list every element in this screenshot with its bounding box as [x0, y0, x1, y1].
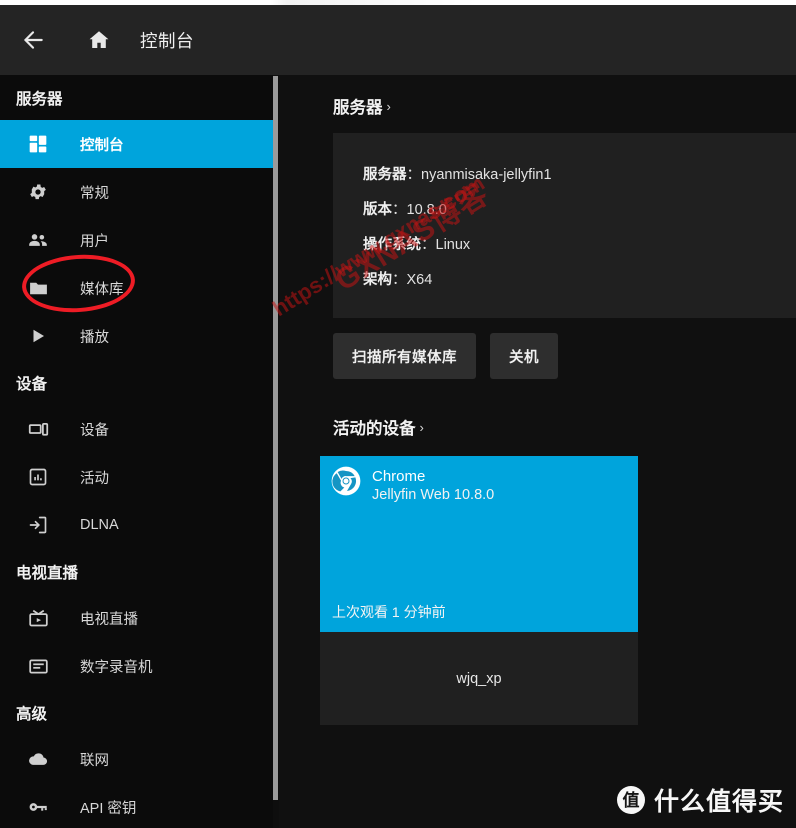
- sidebar-group-title-advanced: 高级: [16, 705, 48, 723]
- sidebar-item-users[interactable]: 用户: [0, 216, 273, 264]
- sidebar-item-playback[interactable]: 播放: [0, 312, 273, 360]
- server-section-title: 服务器: [333, 99, 383, 117]
- arrow-left-icon: [20, 27, 46, 53]
- sidebar-item-label: 活动: [80, 470, 109, 487]
- back-button[interactable]: [11, 18, 55, 62]
- active-devices-section-header[interactable]: 活动的设备 ›: [333, 415, 424, 439]
- sidebar-item-label: API 密钥: [80, 800, 137, 817]
- sidebar[interactable]: 服务器 控制台 常规 用户 媒体库 播放 设备 设备 活动 DLNA 电视直播 …: [0, 75, 273, 828]
- devices-icon: [26, 417, 50, 441]
- sidebar-item-libraries[interactable]: 媒体库: [0, 264, 273, 312]
- sidebar-item-label: 用户: [80, 233, 109, 250]
- device-card-meta: Chrome Jellyfin Web 10.8.0: [372, 466, 494, 503]
- live-tv-icon: [26, 606, 50, 630]
- sidebar-group-title-livetv: 电视直播: [16, 564, 79, 582]
- row-label: 服务器: [363, 167, 407, 183]
- server-info-row-name: 服务器：nyanmisaka-jellyfin1: [363, 163, 552, 184]
- users-icon: [26, 228, 50, 252]
- scan-all-libraries-button[interactable]: 扫描所有媒体库: [333, 333, 476, 379]
- app-header: 控制台: [0, 5, 796, 75]
- device-card-cover: Chrome Jellyfin Web 10.8.0 上次观看 1 分钟前: [320, 456, 638, 632]
- device-card-header: Chrome Jellyfin Web 10.8.0: [331, 466, 494, 503]
- sidebar-item-live-tv[interactable]: 电视直播: [0, 594, 273, 642]
- key-icon: [26, 795, 50, 819]
- sidebar-item-label: 数字录音机: [80, 659, 153, 676]
- shutdown-button[interactable]: 关机: [490, 333, 558, 379]
- row-separator: ：: [421, 237, 436, 253]
- row-separator: ：: [406, 167, 422, 183]
- sidebar-item-general[interactable]: 常规: [0, 168, 273, 216]
- sidebar-item-api-keys[interactable]: API 密钥: [0, 783, 273, 828]
- device-app-name: Chrome: [372, 468, 426, 485]
- folder-icon: [26, 276, 50, 300]
- sidebar-item-label: 常规: [80, 185, 109, 202]
- server-info-row-version: 版本：10.8.0: [363, 198, 447, 219]
- sidebar-item-label: 播放: [80, 329, 109, 346]
- sidebar-item-label: DLNA: [80, 517, 119, 533]
- sidebar-item-networking[interactable]: 联网: [0, 735, 273, 783]
- dashboard-icon: [26, 132, 50, 156]
- chevron-right-icon: ›: [419, 419, 424, 435]
- sidebar-item-label: 电视直播: [80, 611, 138, 628]
- sidebar-group-title-server: 服务器: [16, 90, 63, 108]
- row-value: nyanmisaka-jellyfin1: [421, 167, 552, 183]
- sidebar-item-label: 联网: [80, 752, 109, 769]
- server-actions: 扫描所有媒体库 关机: [333, 333, 558, 379]
- device-client-name: Jellyfin Web 10.8.0: [372, 487, 495, 503]
- page-title: 控制台: [140, 30, 194, 51]
- server-info-row-arch: 架构：X64: [363, 268, 432, 289]
- sidebar-group-title-devices: 设备: [16, 375, 48, 393]
- row-value: Linux: [435, 237, 471, 253]
- sidebar-item-label: 设备: [80, 422, 109, 439]
- device-last-seen: 上次观看 1 分钟前: [332, 604, 446, 620]
- chrome-icon: [331, 466, 361, 496]
- row-label: 架构: [363, 272, 392, 288]
- home-icon: [87, 28, 111, 52]
- sidebar-item-label: 控制台: [80, 137, 124, 154]
- home-button[interactable]: [77, 18, 121, 62]
- device-user-name: wjq_xp: [456, 670, 502, 687]
- sidebar-item-activity[interactable]: 活动: [0, 453, 273, 501]
- row-value: 10.8.0: [406, 202, 447, 218]
- dvr-icon: [26, 654, 50, 678]
- play-icon: [26, 324, 50, 348]
- gear-icon: [26, 180, 50, 204]
- sidebar-item-dashboard[interactable]: 控制台: [0, 120, 273, 168]
- sidebar-scrollbar-thumb[interactable]: [273, 76, 278, 800]
- row-separator: ：: [392, 272, 407, 288]
- sidebar-item-devices[interactable]: 设备: [0, 405, 273, 453]
- cloud-icon: [26, 747, 50, 771]
- sidebar-item-dvr[interactable]: 数字录音机: [0, 642, 273, 690]
- dlna-icon: [26, 513, 50, 537]
- server-info-row-os: 操作系统：Linux: [363, 233, 470, 254]
- row-value: X64: [406, 272, 433, 288]
- app-root: 控制台 服务器 控制台 常规 用户 媒体库 播放 设备 设备 活动 DLNA 电…: [0, 0, 796, 828]
- server-section-header[interactable]: 服务器 ›: [333, 94, 391, 118]
- active-devices-title: 活动的设备: [333, 420, 416, 438]
- activity-icon: [26, 465, 50, 489]
- sidebar-item-label: 媒体库: [80, 281, 124, 298]
- active-device-card[interactable]: Chrome Jellyfin Web 10.8.0 上次观看 1 分钟前 wj…: [320, 456, 638, 725]
- main-content: 服务器 › 服务器：nyanmisaka-jellyfin1 版本：10.8.0…: [279, 75, 796, 828]
- chevron-right-icon: ›: [386, 98, 391, 114]
- server-info-card: 服务器：nyanmisaka-jellyfin1 版本：10.8.0 操作系统：…: [333, 133, 796, 318]
- row-separator: ：: [392, 202, 407, 218]
- row-label: 操作系统: [363, 237, 421, 253]
- sidebar-item-dlna[interactable]: DLNA: [0, 501, 273, 549]
- row-label: 版本: [363, 202, 392, 218]
